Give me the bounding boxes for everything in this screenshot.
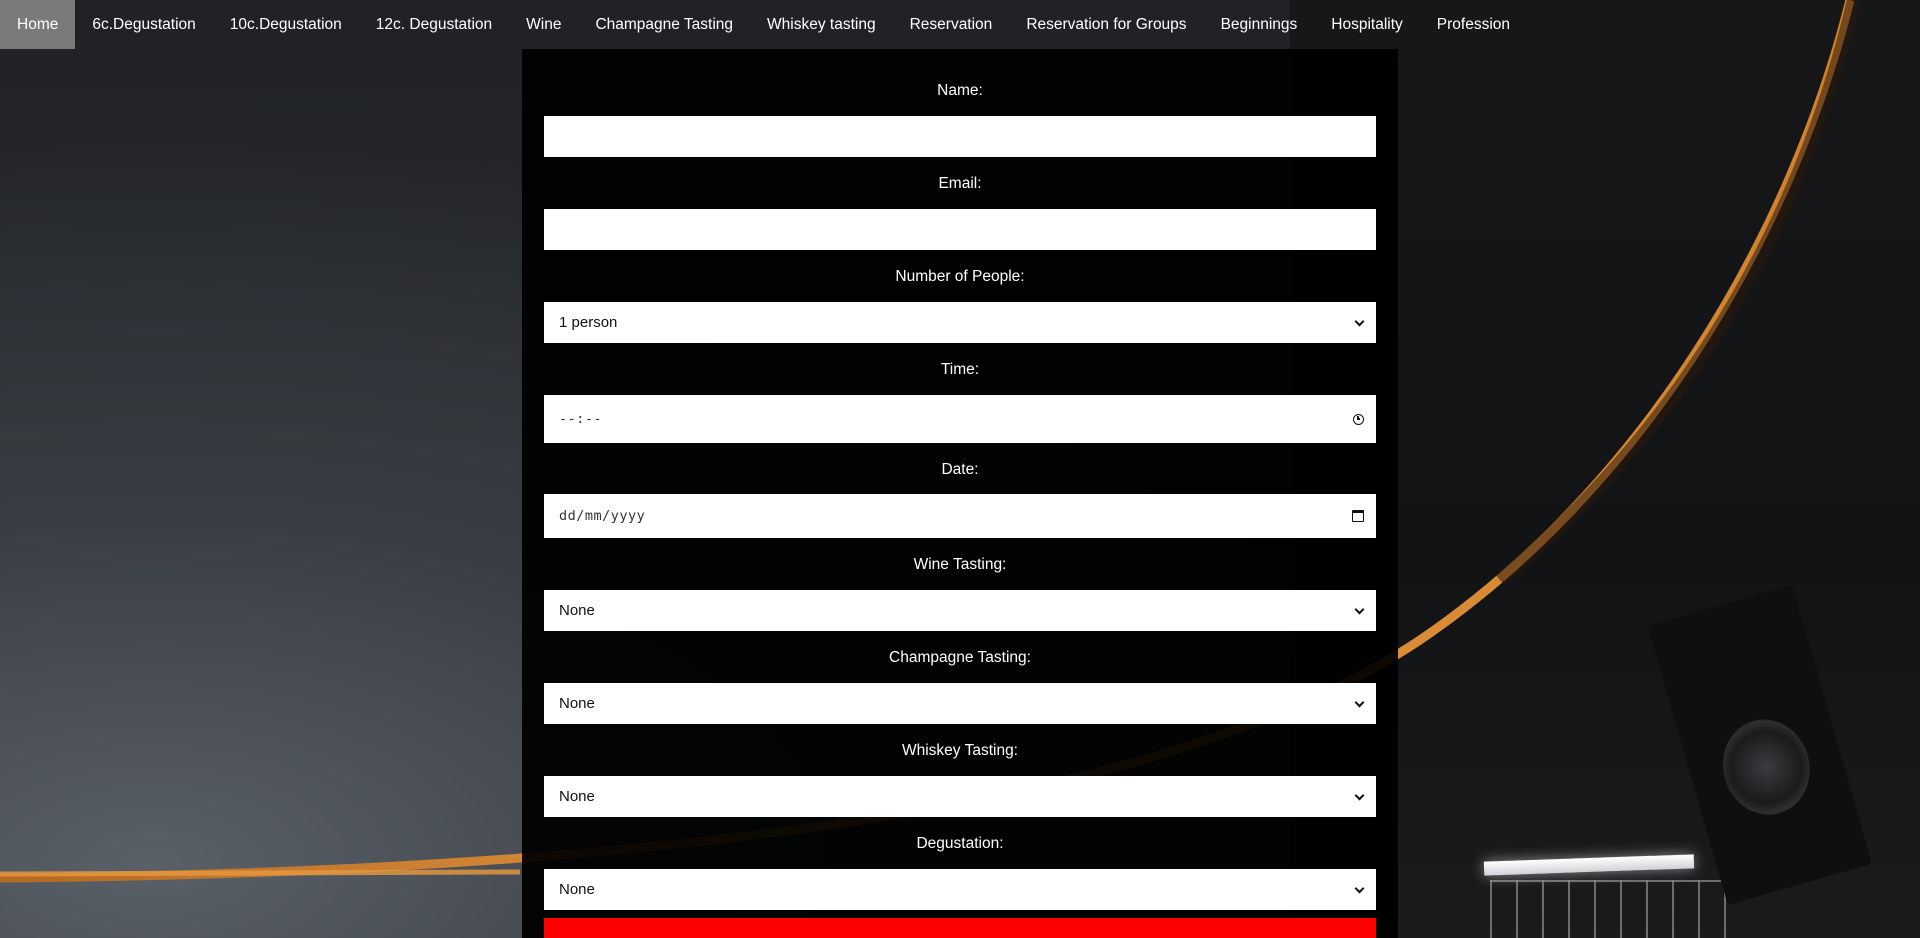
time-input[interactable]: --:-- <box>544 395 1376 443</box>
date-label: Date: <box>941 461 979 478</box>
wine-tasting-label: Wine Tasting: <box>913 556 1007 573</box>
name-input[interactable] <box>544 116 1376 157</box>
top-navigation: Home 6c.Degustation 10c.Degustation 12c.… <box>0 0 1920 49</box>
speaker-cone <box>1711 709 1821 826</box>
nav-item-champagne-tasting[interactable]: Champagne Tasting <box>578 0 750 49</box>
nav-item-10c-degustation[interactable]: 10c.Degustation <box>213 0 359 49</box>
nav-item-profession[interactable]: Profession <box>1420 0 1527 49</box>
champagne-tasting-select[interactable]: None <box>544 683 1376 724</box>
whiskey-tasting-label: Whiskey Tasting: <box>901 742 1018 759</box>
chevron-down-icon <box>1355 792 1364 801</box>
people-label: Number of People: <box>895 268 1025 285</box>
browser-viewport: Home 6c.Degustation 10c.Degustation 12c.… <box>0 0 1920 938</box>
degustation-label: Degustation: <box>916 835 1004 852</box>
background-grid <box>1490 880 1750 938</box>
champagne-tasting-label: Champagne Tasting: <box>889 649 1031 666</box>
wine-tasting-select[interactable]: None <box>544 590 1376 631</box>
nav-item-reservation[interactable]: Reservation <box>893 0 1010 49</box>
page-background: Home 6c.Degustation 10c.Degustation 12c.… <box>0 0 1920 938</box>
nav-item-home[interactable]: Home <box>0 0 76 49</box>
people-select[interactable]: 1 person <box>544 302 1376 343</box>
clock-icon[interactable] <box>1353 413 1364 425</box>
calendar-icon[interactable] <box>1352 510 1364 522</box>
chevron-down-icon <box>1355 699 1364 708</box>
submit-button[interactable] <box>544 918 1376 938</box>
nav-item-beginnings[interactable]: Beginnings <box>1204 0 1315 49</box>
whiskey-tasting-select[interactable]: None <box>544 776 1376 817</box>
email-input[interactable] <box>544 209 1376 250</box>
time-label: Time: <box>940 361 980 378</box>
chevron-down-icon <box>1355 318 1364 327</box>
date-input[interactable]: dd/mm/yyyy <box>544 494 1376 538</box>
reservation-form-panel: Name: Email: Number of People: 1 person … <box>522 49 1398 938</box>
nav-item-reservation-for-groups[interactable]: Reservation for Groups <box>1009 0 1203 49</box>
name-label: Name: <box>937 82 983 99</box>
nav-item-6c-degustation[interactable]: 6c.Degustation <box>75 0 212 49</box>
reservation-form: Name: Email: Number of People: 1 person … <box>544 49 1376 910</box>
nav-item-12c-degustation[interactable]: 12c. Degustation <box>359 0 509 49</box>
email-label: Email: <box>938 175 982 192</box>
nav-item-hospitality[interactable]: Hospitality <box>1314 0 1420 49</box>
nav-item-wine[interactable]: Wine <box>509 0 578 49</box>
nav-item-whiskey-tasting[interactable]: Whiskey tasting <box>750 0 893 49</box>
chevron-down-icon <box>1355 885 1364 894</box>
chevron-down-icon <box>1355 606 1364 615</box>
degustation-select[interactable]: None <box>544 869 1376 910</box>
